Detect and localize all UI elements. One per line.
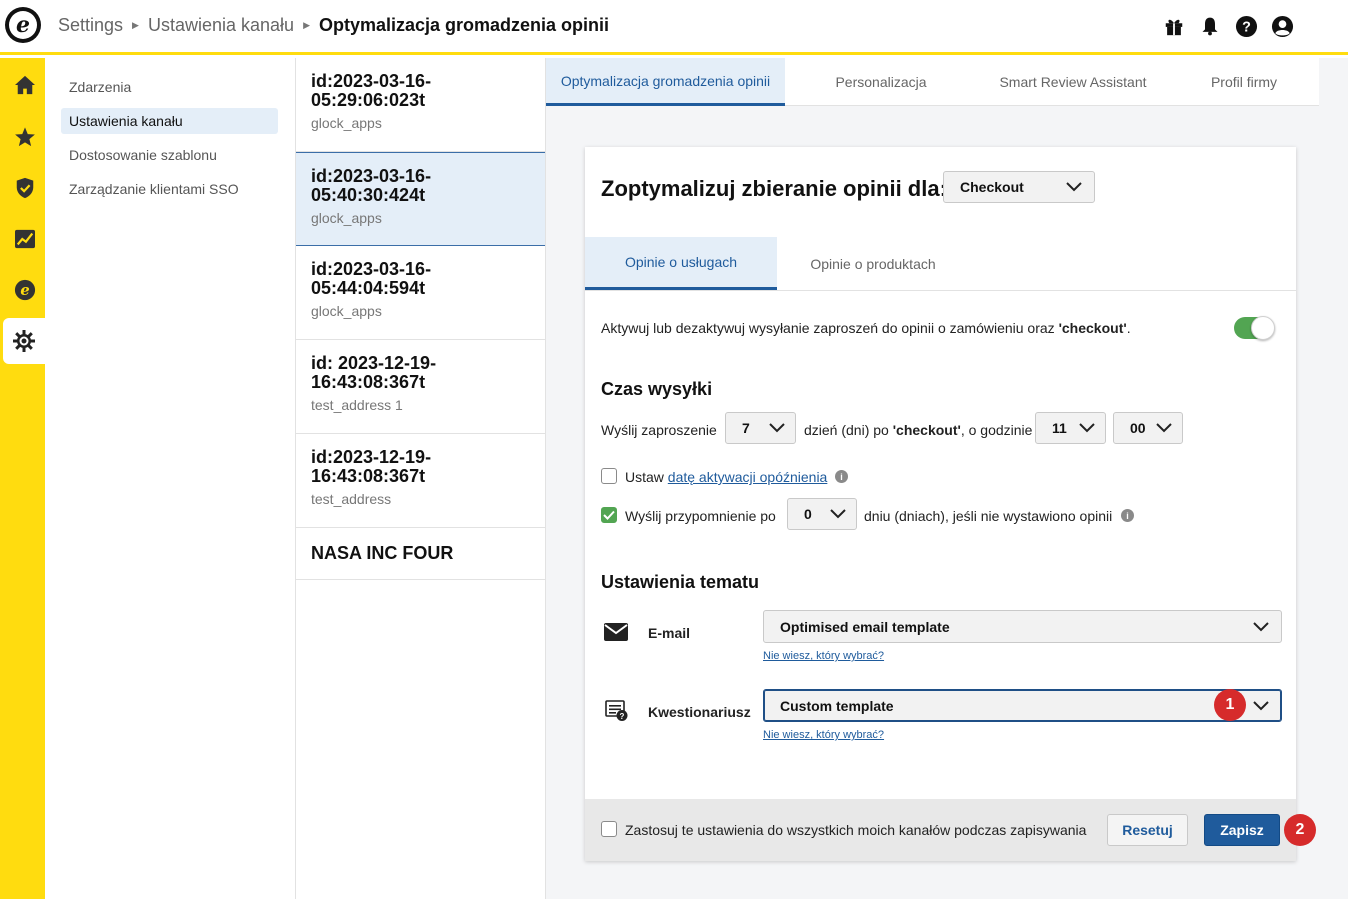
send-time-heading: Czas wysyłki (601, 379, 713, 399)
help-icon[interactable]: ? (1234, 14, 1258, 38)
trustedshops-e-icon[interactable]: e (4, 267, 45, 313)
tab-company-profile[interactable]: Profil firmy (1169, 58, 1319, 106)
submenu-item-events[interactable]: Zdarzenia (61, 74, 278, 100)
days-after-text: dzień (dni) po 'checkout', o godzinie (804, 422, 1033, 438)
settings-submenu: Zdarzenia Ustawienia kanału Dostosowanie… (45, 58, 296, 899)
step-badge-1: 1 (1214, 689, 1246, 721)
breadcrumb-settings[interactable]: Settings (58, 15, 123, 36)
svg-text:?: ? (620, 712, 625, 721)
channel-name: glock_apps (311, 115, 382, 131)
envelope-icon (604, 623, 628, 646)
channel-name: test_address 1 (311, 397, 403, 413)
channel-item[interactable]: NASA INC FOUR (296, 528, 545, 580)
card-title: Zoptymalizuj zbieranie opinii dla: (601, 176, 947, 201)
delay-activation-checkbox[interactable] (601, 468, 617, 484)
hour-select[interactable]: 11 (1035, 412, 1106, 444)
chevron-down-icon (1156, 420, 1172, 436)
channel-id: id:2023-03-16-05:29:06:023t (311, 71, 432, 110)
toggle-knob (1251, 316, 1275, 340)
chart-icon[interactable] (4, 216, 45, 262)
trustedshops-logo[interactable]: e (5, 7, 41, 43)
chevron-down-icon (1079, 420, 1095, 436)
delay-activation-link[interactable]: datę aktywacji opóźnienia (668, 469, 828, 485)
delay-activation-label: Ustaw datę aktywacji opóźnienia (625, 469, 828, 485)
step-badge-2: 2 (1284, 814, 1316, 846)
send-invitation-label: Wyślij zaproszenie (601, 422, 717, 438)
reminder-suffix: dniu (dniach), jeśli nie wystawiono opin… (864, 508, 1113, 524)
channel-item-selected[interactable]: id:2023-03-16-05:40:30:424t glock_apps (296, 152, 545, 246)
gift-icon[interactable] (1162, 14, 1186, 38)
main-content: Optymalizacja gromadzenia opinii Persona… (546, 58, 1348, 899)
settings-tabs: Optymalizacja gromadzenia opinii Persona… (546, 58, 1319, 106)
page-title: Optymalizacja gromadzenia opinii (318, 15, 610, 35)
gear-icon[interactable] (3, 318, 45, 364)
star-icon[interactable] (4, 114, 45, 160)
tab-personalization[interactable]: Personalizacja (785, 58, 977, 106)
tab-review-collection[interactable]: Optymalizacja gromadzenia opinii (546, 58, 785, 106)
svg-text:?: ? (1242, 19, 1251, 35)
minute-select[interactable]: 00 (1113, 412, 1183, 444)
reset-button[interactable]: Resetuj (1107, 814, 1188, 846)
info-icon[interactable]: i (835, 470, 848, 483)
save-button[interactable]: Zapisz (1204, 814, 1280, 846)
toggle-description: Aktywuj lub dezaktywuj wysyłanie zaprosz… (601, 320, 1131, 336)
bell-icon[interactable] (1198, 14, 1222, 38)
info-icon[interactable]: i (1121, 509, 1134, 522)
settings-card: Zoptymalizuj zbieranie opinii dla: Check… (585, 147, 1296, 861)
breadcrumb-channel-settings[interactable]: Ustawienia kanału (148, 15, 294, 36)
svg-text:e: e (20, 282, 29, 299)
tab-product-reviews[interactable]: Opinie o produktach (777, 237, 969, 290)
apply-all-channels-label: Zastosuj te ustawienia do wszystkich moi… (625, 822, 1087, 838)
reminder-checkbox[interactable] (601, 507, 617, 523)
help-choose-link[interactable]: Nie wiesz, który wybrać? (763, 729, 884, 741)
shield-icon[interactable] (4, 165, 45, 211)
review-type-tabs: Opinie o usługach Opinie o produktach (585, 237, 1296, 291)
submenu-item-sso-clients[interactable]: Zarządzanie klientami SSO (61, 176, 278, 202)
submenu-item-channel-settings[interactable]: Ustawienia kanału (61, 108, 278, 134)
questionnaire-template-select[interactable]: Custom template (763, 689, 1282, 722)
channel-id: NASA INC FOUR (311, 543, 454, 563)
home-icon[interactable] (4, 62, 45, 108)
chevron-down-icon (1066, 179, 1082, 195)
top-header: e Settings ▶ Ustawienia kanału ▶ Optymal… (0, 0, 1348, 55)
channel-id: id:2023-03-16-05:40:30:424t (311, 166, 432, 205)
help-choose-link[interactable]: Nie wiesz, który wybrać? (763, 650, 884, 662)
email-label: E-mail (648, 625, 691, 641)
apply-all-channels-checkbox[interactable] (601, 821, 617, 837)
email-template-select[interactable]: Optimised email template (763, 610, 1282, 643)
days-select[interactable]: 7 (725, 412, 796, 444)
user-icon[interactable] (1270, 14, 1294, 38)
tab-smart-review-assistant[interactable]: Smart Review Assistant (977, 58, 1169, 106)
questionnaire-icon: ? (605, 700, 629, 727)
invitations-toggle[interactable] (1234, 316, 1275, 340)
questionnaire-label: Kwestionariusz (648, 704, 751, 720)
card-footer: Zastosuj te ustawienia do wszystkich moi… (585, 799, 1296, 861)
chevron-down-icon (769, 420, 785, 436)
reminder-label: Wyślij przypomnienie po (625, 508, 776, 524)
theme-settings-heading: Ustawienia tematu (601, 572, 760, 592)
channel-id: id: 2023-12-19-16:43:08:367t (311, 353, 437, 392)
channel-type-select[interactable]: Checkout (943, 171, 1095, 203)
breadcrumb-separator-icon: ▶ (303, 20, 310, 30)
channel-item[interactable]: id:2023-12-19-16:43:08:367t test_address (296, 434, 545, 528)
channel-id: id:2023-03-16-05:44:04:594t (311, 259, 432, 298)
chevron-down-icon (1253, 619, 1269, 635)
channel-item[interactable]: id:2023-03-16-05:29:06:023t glock_apps (296, 58, 545, 152)
tab-service-reviews[interactable]: Opinie o usługach (585, 237, 777, 290)
breadcrumb-separator-icon: ▶ (132, 20, 139, 30)
channel-item[interactable]: id: 2023-12-19-16:43:08:367t test_addres… (296, 340, 545, 434)
channel-item[interactable]: id:2023-03-16-05:44:04:594t glock_apps (296, 246, 545, 340)
breadcrumb: Settings ▶ Ustawienia kanału ▶ Optymaliz… (58, 15, 609, 36)
submenu-item-template-customization[interactable]: Dostosowanie szablonu (61, 142, 278, 168)
reminder-days-select[interactable]: 0 (787, 498, 857, 530)
channel-name: glock_apps (311, 210, 382, 226)
channel-name: glock_apps (311, 303, 382, 319)
check-icon (603, 510, 615, 520)
channel-list: id:2023-03-16-05:29:06:023t glock_apps i… (296, 58, 546, 899)
chevron-down-icon (830, 506, 846, 522)
main-nav-rail: e (0, 58, 45, 899)
chevron-down-icon (1253, 698, 1269, 714)
channel-id: id:2023-12-19-16:43:08:367t (311, 447, 432, 486)
channel-name: test_address (311, 491, 392, 507)
